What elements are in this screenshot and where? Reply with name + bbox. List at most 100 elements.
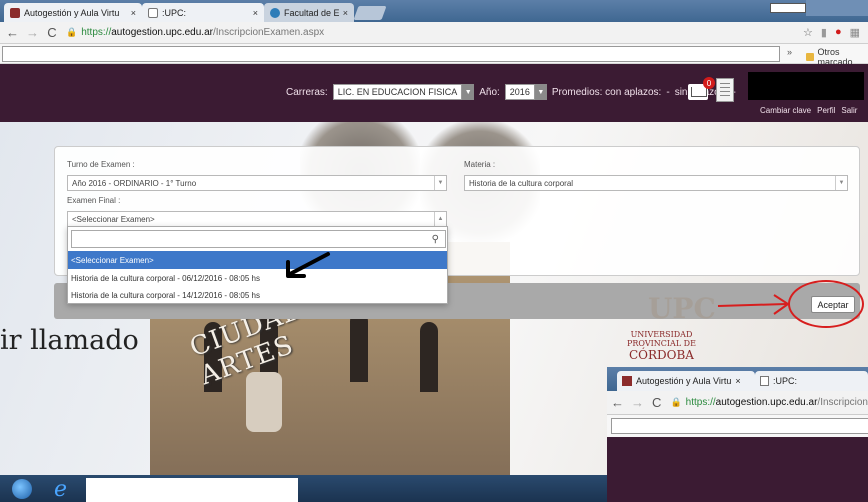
overlay-tab-bar: Autogestión y Aula Virtu × :UPC: [607,367,868,391]
annotation-red-arrow-icon [717,294,790,315]
close-tab-icon[interactable]: × [735,376,740,386]
carrera-select[interactable]: LIC. EN EDUCACION FISICA ▼ [332,84,475,100]
taskbar-white-block [86,478,298,502]
chevron-up-icon: ▲ [434,212,446,226]
overlay-tab-autogestion[interactable]: Autogestión y Aula Virtu × [617,371,755,391]
header-filters: Carreras: LIC. EN EDUCACION FISICA ▼ Año… [286,84,736,100]
tab-label: :UPC: [162,7,187,18]
menu-icon[interactable]: ▦ [850,26,860,39]
url-path: /InscripcionExamen.aspx [212,27,325,38]
anio-select[interactable]: 2016 ▼ [504,84,547,100]
building-window [420,322,438,392]
examen-dropdown: ⚲ <Seleccionar Examen> Historia de la cu… [67,226,448,304]
extension-icon[interactable]: ▮ [821,26,827,39]
close-tab-icon[interactable]: × [131,8,136,18]
examen-select[interactable]: <Seleccionar Examen> ▲ [67,211,447,227]
examen-value: <Seleccionar Examen> [72,214,155,224]
overlay-bookmarks-bar [607,415,868,437]
reload-icon[interactable]: C [651,395,662,410]
reload-icon[interactable]: C [46,25,58,40]
browser-toolbar: ← → C 🔒 https://autogestion.upc.edu.ar/I… [0,22,868,44]
url-host: autogestion.upc.edu.ar [111,27,213,38]
close-window-button[interactable] [836,0,868,16]
annotation-black-arrow-icon [286,252,330,278]
mail-count-badge: 0 [703,77,715,89]
carreras-label: Carreras: [286,86,328,98]
url-host: autogestion.upc.edu.ar [715,397,818,408]
change-password-link[interactable]: Cambiar clave [760,106,811,115]
upc-favicon-icon [10,7,20,18]
page-favicon-icon [760,376,769,386]
univ-line-3: CÓRDOBA [628,348,694,362]
chevron-down-icon: ▼ [534,84,547,100]
overlay-browser-screenshot: Autogestión y Aula Virtu × :UPC: ← → C 🔒… [607,367,868,502]
overlay-bookmark-field[interactable] [611,418,868,434]
close-tab-icon[interactable]: × [343,8,348,18]
coat-of-arms [246,372,282,432]
browser-tab-bar: Autogestión y Aula Virtu × :UPC: × Facul… [0,0,868,22]
tab-autogestion[interactable]: Autogestión y Aula Virtu × [4,3,142,22]
search-icon: ⚲ [431,234,439,245]
tab-label: Autogestión y Aula Virtu [636,376,732,386]
site-favicon-icon [270,7,280,18]
turno-select[interactable]: Año 2016 - ORDINARIO - 1° Turno ▼ [67,175,447,191]
back-arrow-icon[interactable]: ← [6,25,19,40]
turno-label: Turno de Examen : [67,160,135,169]
start-button-icon[interactable] [12,479,32,499]
promedios-label: Promedios: con aplazos: [551,86,662,98]
dropdown-option[interactable]: Historia de la cultura corporal - 06/12/… [68,269,447,287]
tab-facultad[interactable]: Facultad de Educación y × [264,3,354,22]
overlay-site-header [607,437,868,502]
adblock-icon[interactable]: ● [835,26,842,39]
annotation-circle [788,280,864,328]
chevron-down-icon: ▼ [462,84,475,100]
close-tab-icon[interactable]: × [253,8,258,18]
url-protocol: https:// [81,27,112,38]
lock-icon: 🔒 [66,27,78,37]
toolbar-icons: ☆ ▮ ● ▦ [803,26,860,39]
bookmarks-overflow-button[interactable]: » [787,47,792,57]
univ-line-1: UNIVERSIDAD [630,330,693,339]
minimize-button[interactable] [770,3,806,13]
anio-value: 2016 [504,84,535,100]
url-protocol: https:// [685,397,716,408]
materia-select[interactable]: Historia de la cultura corporal ▼ [464,175,848,191]
folder-icon [806,53,815,61]
logout-link[interactable]: Salir [841,106,857,115]
tab-upc[interactable]: :UPC: × [142,3,264,22]
dropdown-option[interactable]: Historia de la cultura corporal - 14/12/… [68,286,447,304]
forward-arrow-icon[interactable]: → [631,395,644,410]
forward-arrow-icon[interactable]: → [26,25,39,40]
university-name: UNIVERSIDAD PROVINCIAL DE CÓRDOBA [627,330,696,362]
upc-logo: UPC [648,292,716,325]
url-path: /Inscripcion [817,397,868,408]
materia-value: Historia de la cultura corporal [469,178,574,188]
star-icon[interactable]: ☆ [803,26,813,39]
windows-taskbar: e [0,475,607,502]
site-header: Carreras: LIC. EN EDUCACION FISICA ▼ Año… [0,64,868,122]
overlay-address-bar[interactable]: 🔒 https://autogestion.upc.edu.ar/Inscrip… [670,397,868,408]
internet-explorer-icon[interactable]: e [54,477,67,502]
examen-label: Examen Final : [67,196,121,205]
tab-label: :UPC: [773,376,798,386]
maximize-button[interactable] [806,0,836,16]
chevron-down-icon: ▼ [434,176,446,190]
bookmark-edit-field[interactable] [2,46,780,62]
carrera-value: LIC. EN EDUCACION FISICA [332,84,463,100]
calendar-icon[interactable] [716,78,734,102]
tab-label: Autogestión y Aula Virtu [24,7,120,18]
profile-link[interactable]: Perfil [817,106,835,115]
address-bar[interactable]: 🔒 https://autogestion.upc.edu.ar/Inscrip… [66,27,324,38]
back-arrow-icon[interactable]: ← [611,395,624,410]
overlay-toolbar: ← → C 🔒 https://autogestion.upc.edu.ar/I… [607,391,868,415]
dropdown-search-input[interactable]: ⚲ [71,230,446,248]
slide-caption: ir llamado [0,325,139,356]
new-tab-button[interactable] [353,6,387,20]
window-controls [770,0,868,16]
page-favicon-icon [148,7,158,18]
overlay-tab-upc[interactable]: :UPC: [755,371,868,391]
upc-favicon-icon [622,376,632,386]
lock-icon: 🔒 [670,397,682,407]
dropdown-option[interactable]: <Seleccionar Examen> [68,251,447,269]
promedio-con-value: - [666,86,670,98]
